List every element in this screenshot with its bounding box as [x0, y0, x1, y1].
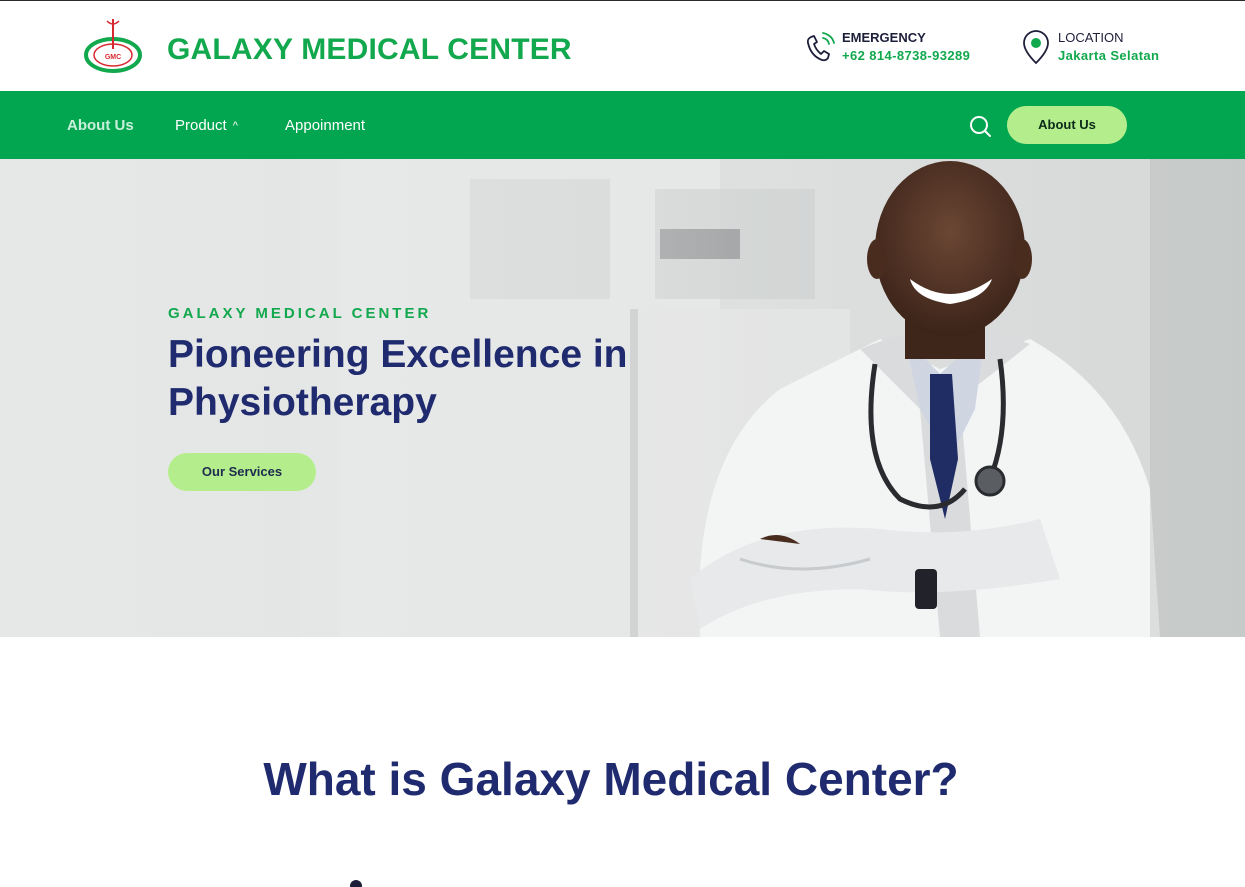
hero-eyebrow: GALAXY MEDICAL CENTER: [168, 305, 432, 322]
top-header: GMC GALAXY MEDICAL CENTER EMERGENCY +62 …: [0, 0, 1245, 91]
emergency-phone[interactable]: +62 814-8738-93289: [842, 47, 970, 65]
our-services-button[interactable]: Our Services: [168, 453, 316, 491]
phone-ring-icon: [806, 32, 835, 62]
nav-product[interactable]: Product ^: [175, 117, 238, 134]
emergency-label: EMERGENCY: [842, 30, 926, 45]
hero-section: GALAXY MEDICAL CENTER Pioneering Excelle…: [0, 159, 1245, 637]
location-value[interactable]: Jakarta Selatan: [1058, 47, 1159, 65]
location-label: LOCATION: [1058, 30, 1124, 45]
search-icon[interactable]: [968, 114, 992, 138]
emergency-contact[interactable]: EMERGENCY +62 814-8738-93289: [804, 29, 970, 65]
nav-about-us[interactable]: About Us: [67, 117, 134, 134]
nav-appointment[interactable]: Appoinment: [285, 117, 365, 134]
logo-icon[interactable]: GMC: [82, 15, 144, 75]
brand-name[interactable]: GALAXY MEDICAL CENTER: [167, 33, 572, 67]
chevron-up-icon: ^: [232, 120, 238, 132]
location-contact[interactable]: LOCATION Jakarta Selatan: [1020, 29, 1159, 65]
hero-title: Pioneering Excellence in Physiotherapy: [168, 333, 628, 424]
decorative-dot: [350, 880, 362, 887]
logo-text: GMC: [105, 54, 121, 61]
nav-product-label: Product: [175, 117, 227, 134]
main-nav: About Us Product ^ Appoinment About Us: [0, 91, 1245, 159]
about-us-button[interactable]: About Us: [1007, 106, 1127, 144]
map-pin-icon: [1023, 30, 1049, 65]
section-title: What is Galaxy Medical Center?: [263, 753, 959, 805]
